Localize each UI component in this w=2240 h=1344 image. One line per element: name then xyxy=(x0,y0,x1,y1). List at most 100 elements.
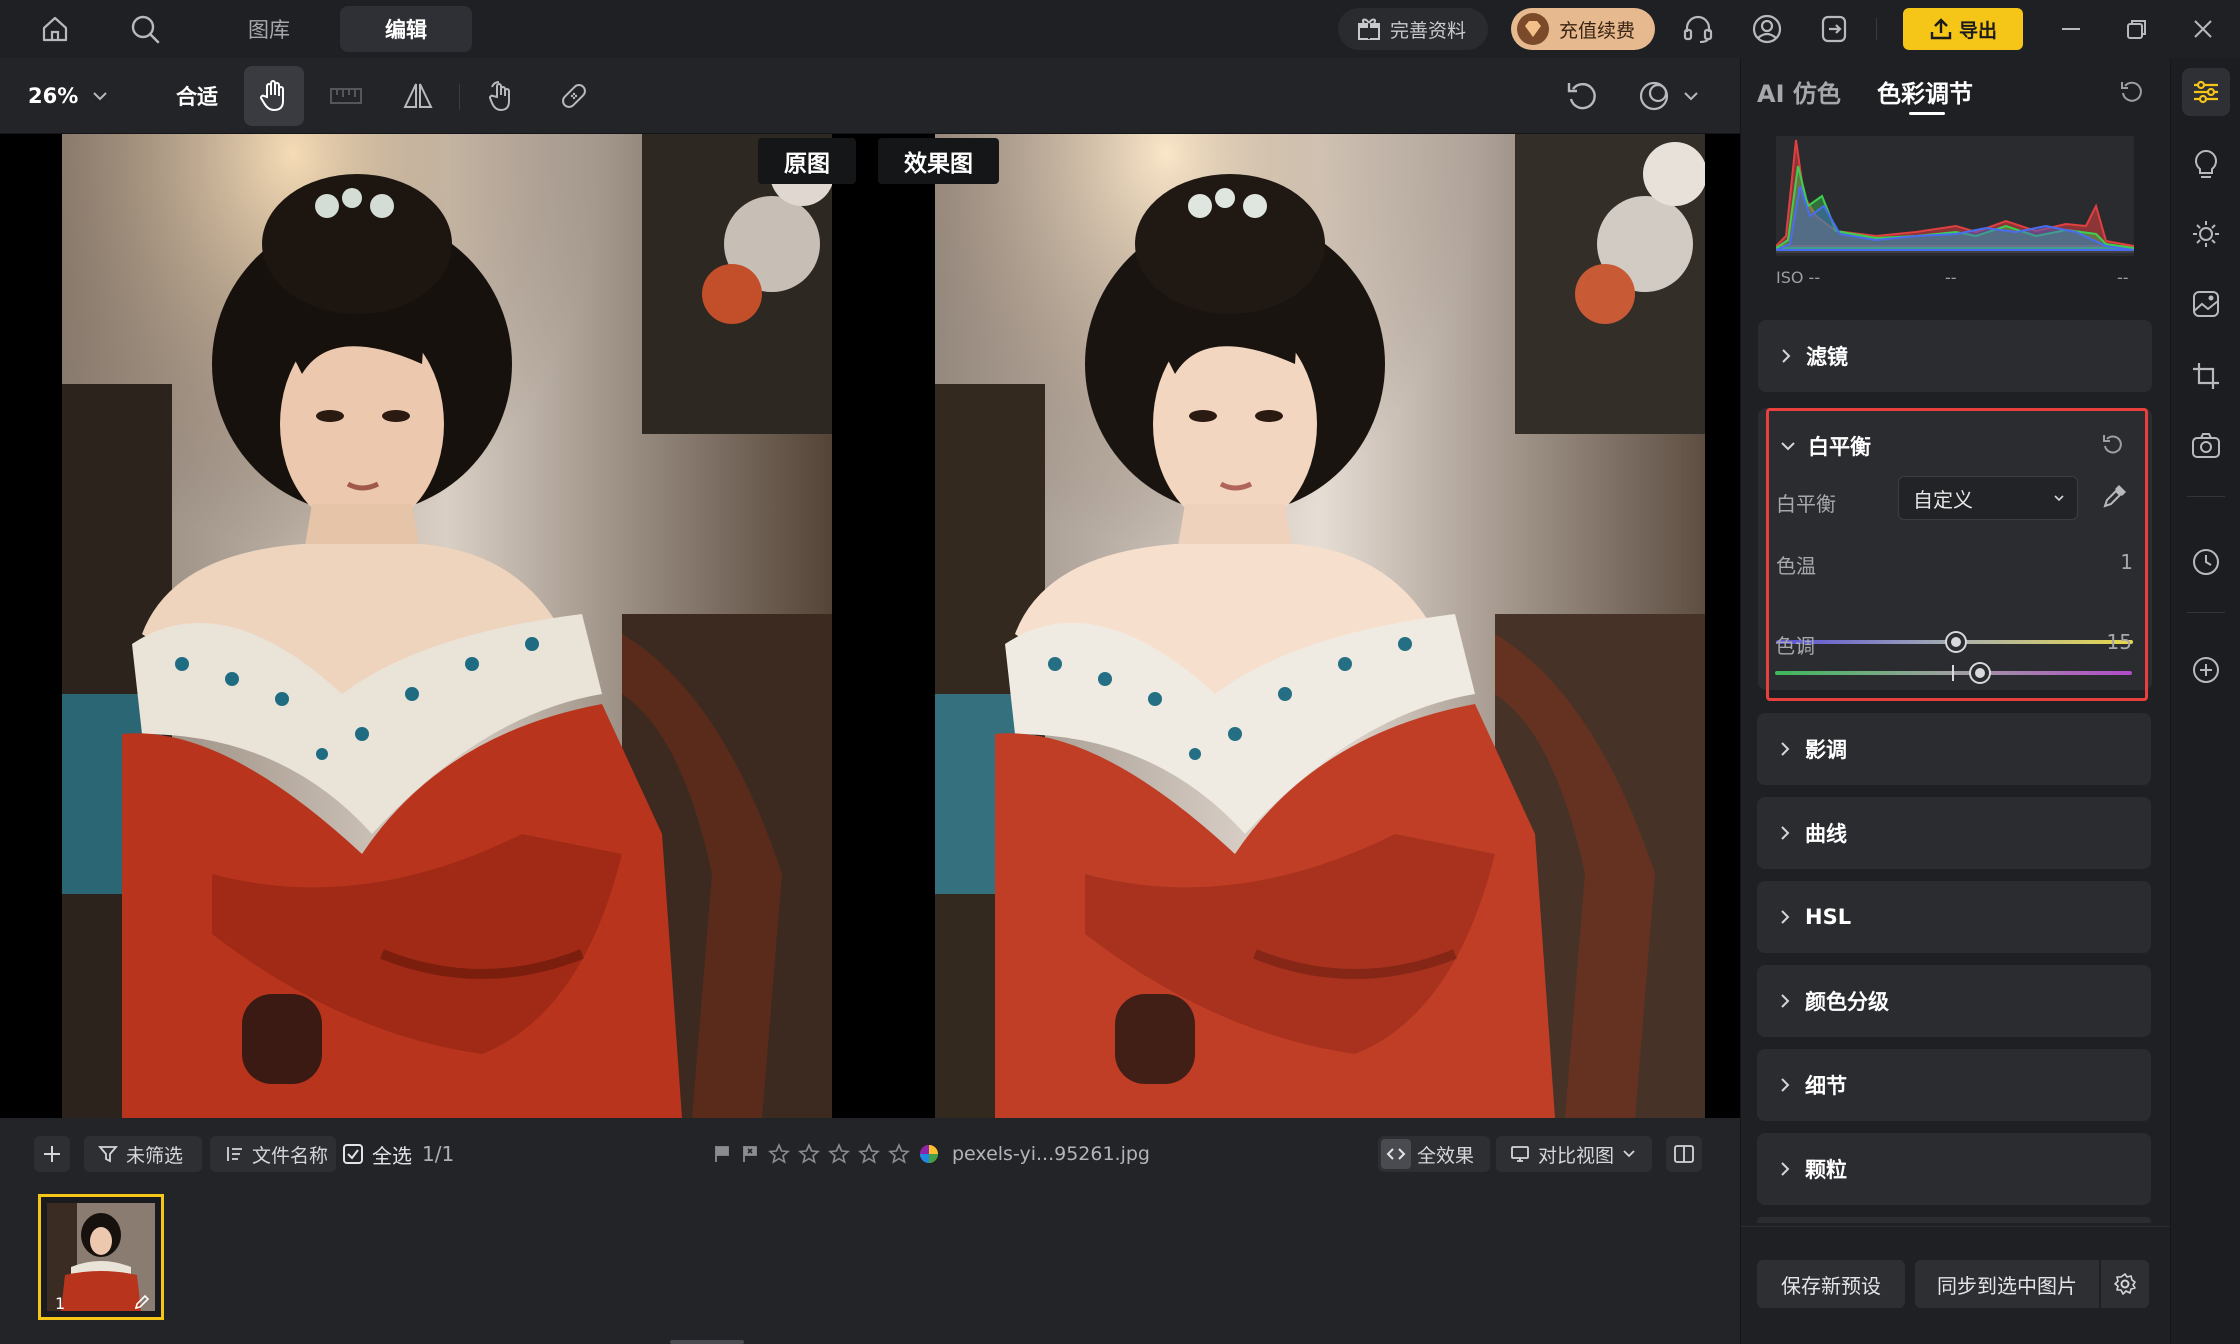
bandage-icon[interactable] xyxy=(544,66,604,126)
top-bar: 图库 编辑 完善资料 充值续费 导出 xyxy=(0,0,2240,58)
user-icon[interactable] xyxy=(1748,10,1786,48)
section-tone[interactable]: 影调 xyxy=(1757,713,2151,785)
tab-ai-color[interactable]: AI 仿色 xyxy=(1757,74,1841,109)
white-balance-reset-icon[interactable] xyxy=(2101,432,2125,456)
star-icon[interactable] xyxy=(798,1143,820,1165)
compare-view-dropdown[interactable]: 对比视图 xyxy=(1496,1136,1652,1172)
original-photo xyxy=(62,134,832,1118)
selection-count: 1/1 xyxy=(422,1142,455,1166)
crop-icon[interactable] xyxy=(2182,352,2230,400)
section-color-grading[interactable]: 颜色分级 xyxy=(1757,965,2151,1037)
section-label: 颜色分级 xyxy=(1805,990,1889,1014)
compare-mode-dropdown[interactable] xyxy=(1628,66,1708,126)
undo-icon[interactable] xyxy=(1552,66,1612,126)
sun-icon[interactable] xyxy=(2182,210,2230,258)
divider xyxy=(1876,18,1877,40)
original-label: 原图 xyxy=(758,138,856,184)
edited-pencil-icon xyxy=(133,1293,151,1311)
ruler-icon[interactable] xyxy=(316,66,376,126)
section-label: 细节 xyxy=(1805,1074,1847,1098)
logout-icon[interactable] xyxy=(1815,10,1853,48)
sync-selected-button[interactable]: 同步到选中图片 xyxy=(1915,1260,2099,1308)
tint-label: 色调 xyxy=(1775,634,1815,658)
star-icon[interactable] xyxy=(768,1143,790,1165)
rating-bar: pexels-yi...95261.jpg xyxy=(712,1136,1150,1172)
fit-button[interactable]: 合适 xyxy=(162,66,232,126)
color-label-icon[interactable] xyxy=(918,1143,940,1165)
add-button[interactable] xyxy=(34,1136,70,1172)
chevron-down-icon xyxy=(2053,494,2065,502)
chevron-right-icon xyxy=(1779,993,1791,1009)
filter-button[interactable]: 未筛选 xyxy=(84,1136,202,1172)
restore-icon[interactable] xyxy=(2118,10,2156,48)
section-curves[interactable]: 曲线 xyxy=(1757,797,2151,869)
active-tab-underline xyxy=(1909,112,1945,115)
select-all-checkbox[interactable]: 全选 1/1 xyxy=(342,1136,454,1172)
complete-info-button[interactable]: 完善资料 xyxy=(1338,8,1488,50)
temperature-value: 1 xyxy=(2120,550,2133,574)
divider xyxy=(459,84,460,110)
recharge-label: 充值续费 xyxy=(1559,19,1636,42)
section-label: 曲线 xyxy=(1805,822,1847,846)
compare-view-label: 对比视图 xyxy=(1538,1144,1615,1167)
thumbnail[interactable]: 1 xyxy=(38,1194,164,1320)
tint-default-tick xyxy=(1952,665,1954,681)
sync-settings-button[interactable] xyxy=(2101,1260,2149,1308)
hand-tool-button[interactable] xyxy=(244,66,304,126)
section-hsl[interactable]: HSL xyxy=(1757,881,2151,953)
result-label: 效果图 xyxy=(878,138,999,184)
chevron-down-icon xyxy=(1683,91,1699,101)
search-icon[interactable] xyxy=(126,10,164,48)
wb-mode-select[interactable]: 自定义 xyxy=(1898,476,2078,520)
tab-edit[interactable]: 编辑 xyxy=(340,6,472,52)
upload-icon xyxy=(1929,17,1953,41)
gesture-icon[interactable] xyxy=(472,66,532,126)
image-adjust-icon[interactable] xyxy=(2182,280,2230,328)
reject-flag-icon[interactable] xyxy=(740,1144,760,1164)
split-view-button[interactable] xyxy=(1666,1136,1702,1172)
tab-color-adjust[interactable]: 色彩调节 xyxy=(1877,74,1973,109)
export-button[interactable]: 导出 xyxy=(1903,8,2023,50)
flag-icon[interactable] xyxy=(712,1144,732,1164)
recharge-button[interactable]: 充值续费 xyxy=(1511,8,1655,50)
headset-icon[interactable] xyxy=(1679,10,1717,48)
history-icon[interactable] xyxy=(2182,538,2230,586)
section-detail[interactable]: 细节 xyxy=(1757,1049,2151,1121)
camera-icon[interactable] xyxy=(2182,422,2230,470)
eyedropper-icon[interactable] xyxy=(2101,484,2127,510)
sliders-icon[interactable] xyxy=(2182,68,2230,116)
add-circle-icon[interactable] xyxy=(2182,646,2230,694)
chevron-right-icon xyxy=(1780,348,1792,364)
divider xyxy=(2187,612,2225,613)
histogram xyxy=(1776,136,2134,256)
sort-button[interactable]: 文件名称 xyxy=(210,1136,336,1172)
chevron-right-icon xyxy=(1779,909,1791,925)
export-label: 导出 xyxy=(1958,19,1997,42)
tab-library[interactable]: 图库 xyxy=(228,6,310,52)
star-icon[interactable] xyxy=(828,1143,850,1165)
tint-slider[interactable] xyxy=(1775,664,2132,682)
reset-all-icon[interactable] xyxy=(2119,78,2145,104)
select-all-label: 全选 xyxy=(372,1143,412,1168)
chevron-right-icon xyxy=(1779,1161,1791,1177)
section-filter[interactable]: 滤镜 xyxy=(1758,320,2152,392)
lightbulb-icon[interactable] xyxy=(2182,140,2230,188)
scroll-indicator[interactable] xyxy=(670,1340,744,1344)
all-effects-label: 全效果 xyxy=(1417,1144,1475,1167)
star-icon[interactable] xyxy=(888,1143,910,1165)
white-balance-header[interactable]: 白平衡 xyxy=(1780,426,1871,466)
code-icon xyxy=(1381,1139,1411,1169)
minimize-icon[interactable] xyxy=(2052,10,2090,48)
section-grain[interactable]: 颗粒 xyxy=(1757,1133,2151,1205)
all-effects-button[interactable]: 全效果 xyxy=(1378,1136,1490,1172)
star-icon[interactable] xyxy=(858,1143,880,1165)
temperature-label: 色温 xyxy=(1776,554,1816,578)
mirror-icon[interactable] xyxy=(388,66,448,126)
home-icon[interactable] xyxy=(36,10,74,48)
close-icon[interactable] xyxy=(2184,10,2222,48)
chevron-right-icon xyxy=(1779,825,1791,841)
image-canvas[interactable]: 原图 效果图 xyxy=(0,134,1740,1118)
histogram-right-readout: -- xyxy=(2117,268,2129,287)
zoom-dropdown[interactable]: 26% xyxy=(28,66,124,126)
save-preset-button[interactable]: 保存新预设 xyxy=(1757,1260,1905,1308)
